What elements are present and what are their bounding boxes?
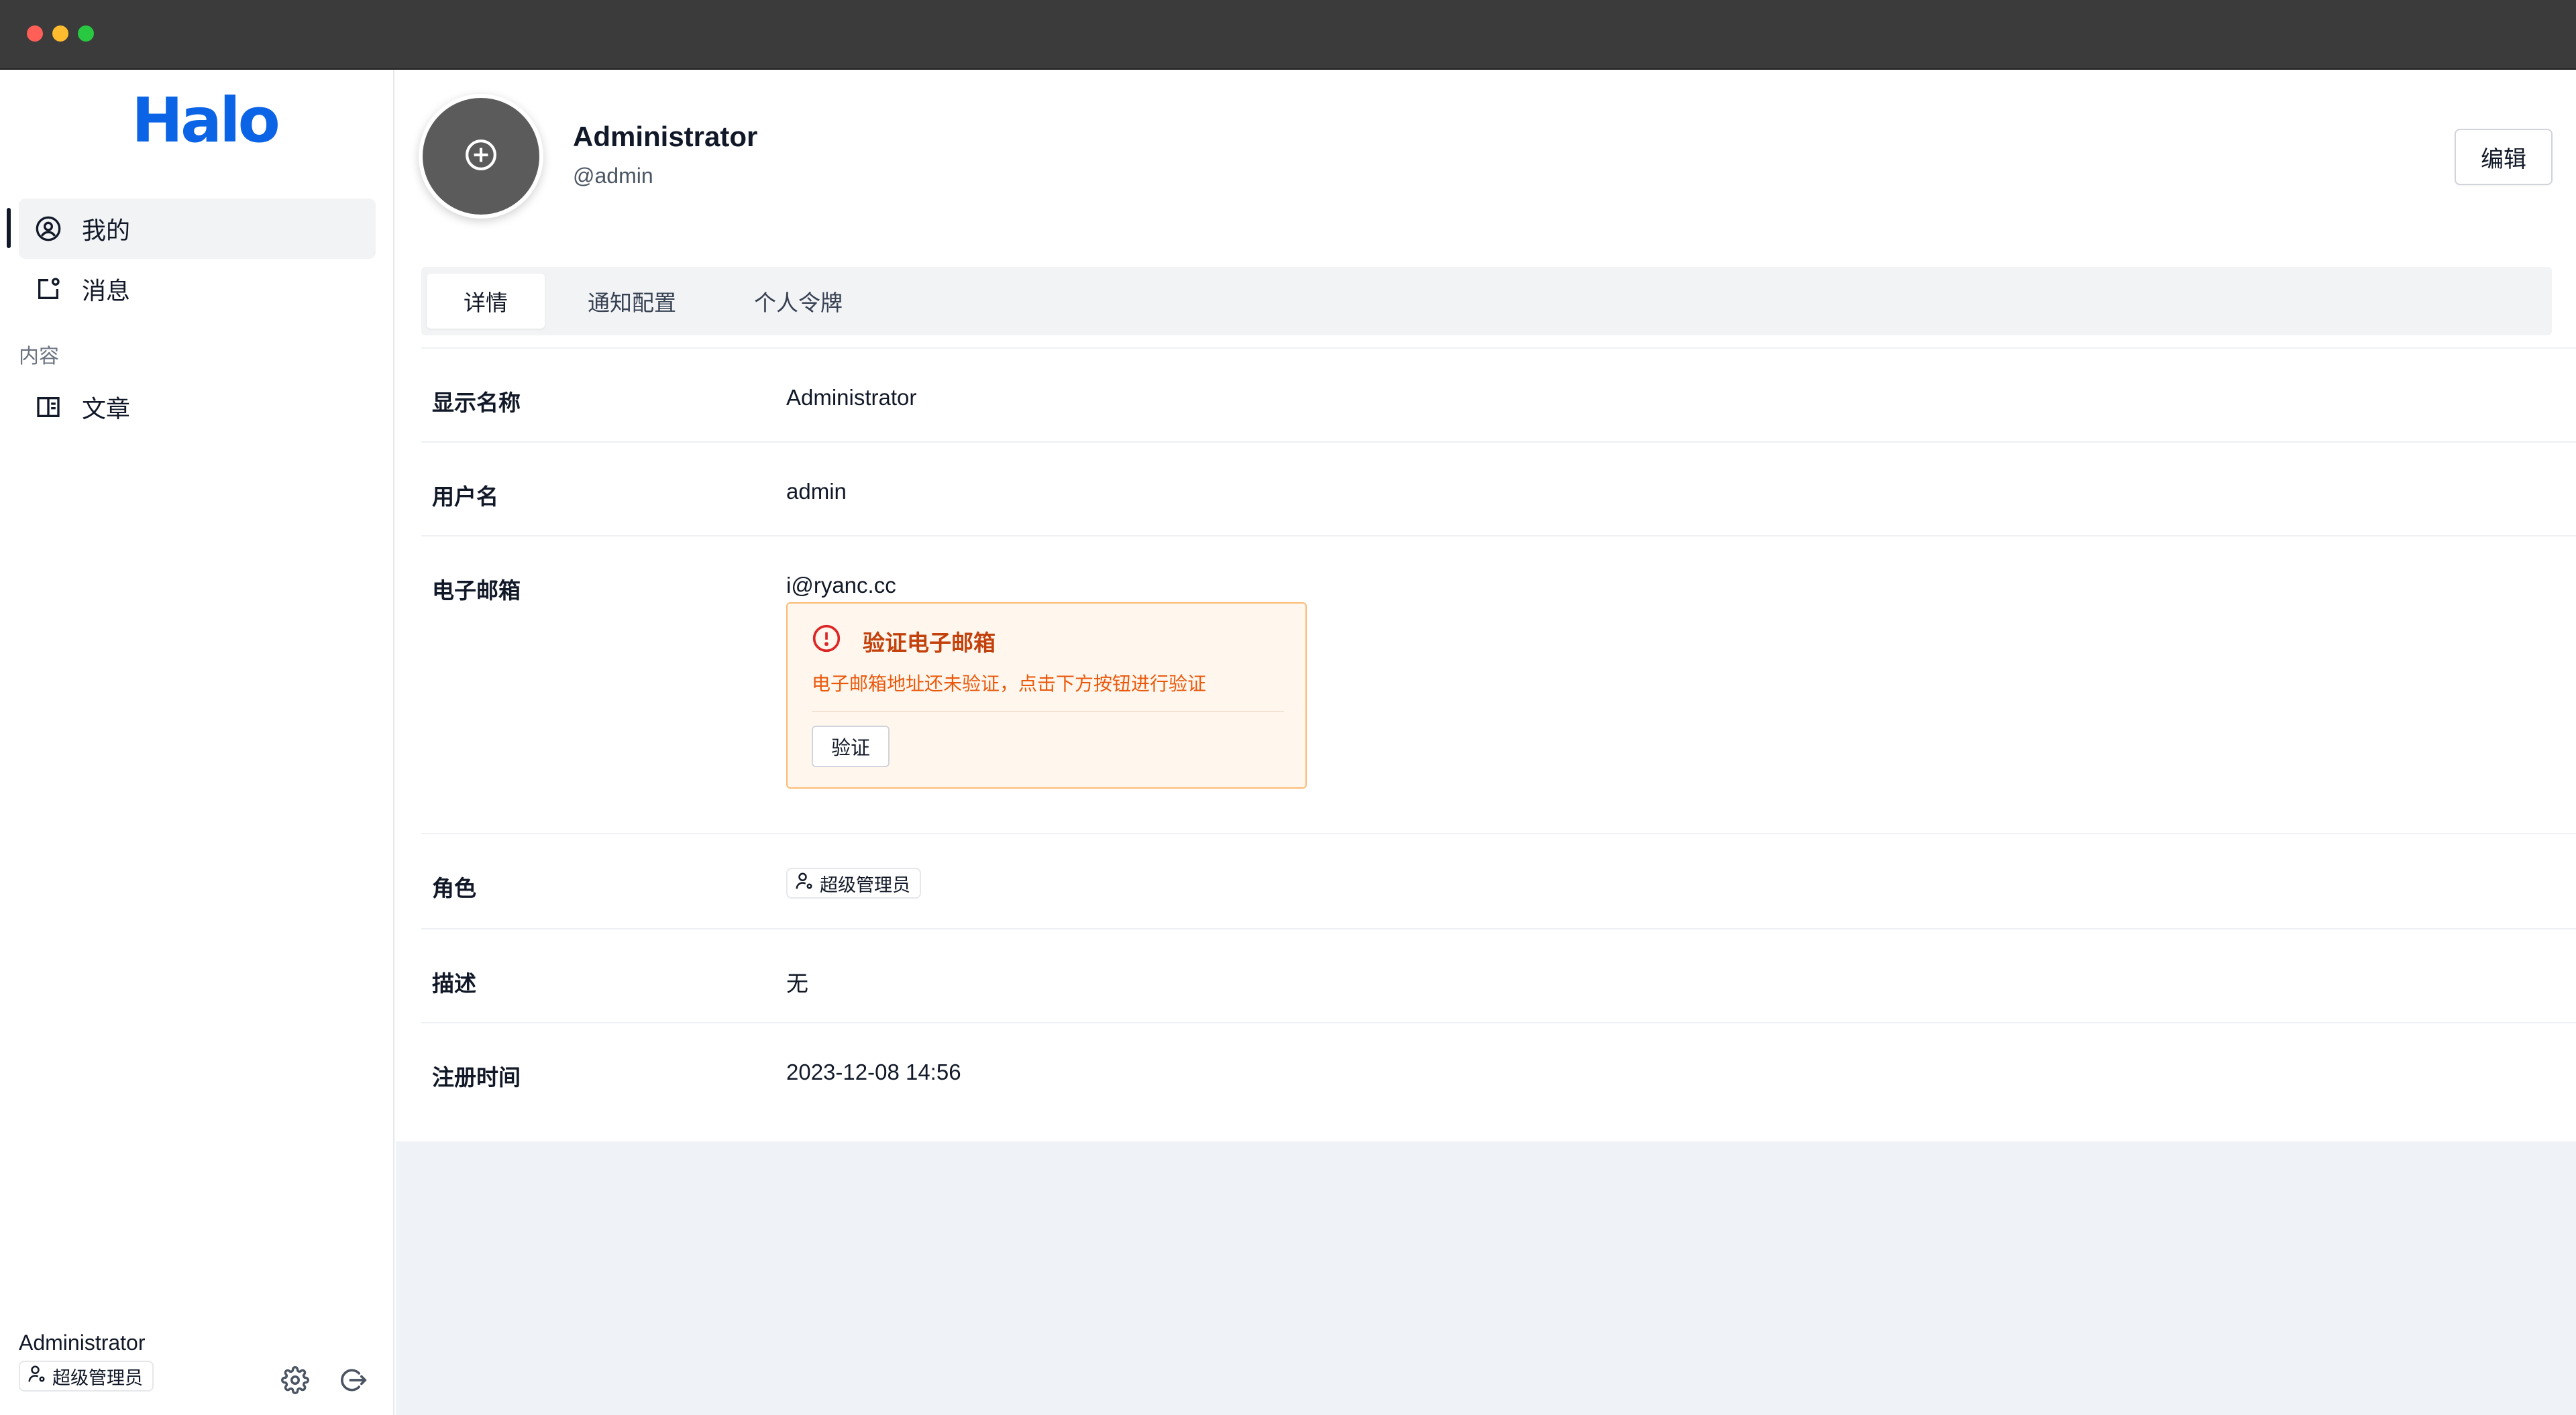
alert-circle-icon xyxy=(812,624,841,653)
detail-value: i@ryanc.cc xyxy=(786,573,896,598)
halo-logo[interactable]: Halo xyxy=(131,90,280,152)
tab-personal-tokens[interactable]: 个人令牌 xyxy=(724,274,872,329)
close-window-button[interactable] xyxy=(27,25,43,42)
detail-value: 无 xyxy=(786,971,808,996)
current-user-name: Administrator xyxy=(19,1331,146,1355)
profile-display-name: Administrator xyxy=(573,121,758,152)
edit-button[interactable]: 编辑 xyxy=(2455,129,2553,185)
detail-row-display-name: 显示名称 Administrator xyxy=(421,347,2576,441)
verify-email-button[interactable]: 验证 xyxy=(812,726,890,767)
detail-label: 电子邮箱 xyxy=(432,578,521,603)
sidebar-item-posts[interactable]: 文章 xyxy=(19,377,376,437)
sidebar-item-label: 我的 xyxy=(82,217,131,244)
notification-icon xyxy=(34,274,63,304)
user-role-icon xyxy=(794,871,814,896)
detail-value: 2023-12-08 14:56 xyxy=(786,1060,961,1084)
user-role-icon xyxy=(27,1364,47,1389)
role-badge: 超级管理员 xyxy=(786,868,921,899)
detail-row-role: 角色 超级管理员 xyxy=(421,833,2576,928)
current-user-role-badge: 超级管理员 xyxy=(19,1361,154,1392)
current-user-role-label: 超级管理员 xyxy=(52,1367,143,1388)
book-icon xyxy=(34,392,63,422)
detail-row-username: 用户名 admin xyxy=(421,441,2576,535)
alert-description: 电子邮箱地址还未验证，点击下方按钮进行验证 xyxy=(812,673,1207,694)
tab-notification-settings[interactable]: 通知配置 xyxy=(558,274,706,329)
profile-card: Administrator @admin 编辑 详情 通知配置 个人令牌 显示名… xyxy=(396,70,2576,1141)
alert-divider xyxy=(812,711,1284,712)
user-circle-icon xyxy=(34,214,63,243)
main-content: Administrator @admin 编辑 详情 通知配置 个人令牌 显示名… xyxy=(396,70,2576,1415)
maximize-window-button[interactable] xyxy=(78,25,94,42)
active-nav-indicator xyxy=(7,208,11,248)
window-titlebar xyxy=(0,0,2576,70)
role-badge-label: 超级管理员 xyxy=(820,874,910,895)
sidebar-item-mine[interactable]: 我的 xyxy=(19,199,376,259)
sidebar: Halo 我的 消息 内容 文章 Administrator 超级管理员 xyxy=(0,70,394,1415)
detail-label: 注册时间 xyxy=(432,1065,521,1090)
sidebar-item-label: 消息 xyxy=(82,277,131,304)
minimize-window-button[interactable] xyxy=(52,25,68,42)
detail-label: 显示名称 xyxy=(432,390,521,415)
alert-title: 验证电子邮箱 xyxy=(863,630,996,655)
detail-row-created-at: 注册时间 2023-12-08 14:56 xyxy=(421,1022,2576,1116)
sidebar-item-label: 文章 xyxy=(82,395,131,422)
plus-circle-icon xyxy=(464,138,498,175)
detail-label: 描述 xyxy=(432,971,476,996)
detail-label: 用户名 xyxy=(432,484,498,509)
gear-icon xyxy=(281,1365,309,1398)
sidebar-section-content: 内容 xyxy=(19,345,59,367)
settings-button[interactable] xyxy=(275,1361,315,1402)
profile-tabs: 详情 通知配置 个人令牌 xyxy=(421,267,2552,335)
sidebar-item-messages[interactable]: 消息 xyxy=(19,259,376,319)
current-user: Administrator 超级管理员 xyxy=(19,1331,154,1392)
profile-handle: @admin xyxy=(573,164,653,188)
logout-icon xyxy=(338,1365,368,1398)
detail-row-description: 描述 无 xyxy=(421,928,2576,1022)
detail-label: 角色 xyxy=(432,876,476,901)
logout-button[interactable] xyxy=(333,1361,373,1402)
avatar[interactable] xyxy=(419,94,543,219)
tab-details[interactable]: 详情 xyxy=(427,274,545,329)
detail-value: Administrator xyxy=(786,385,917,410)
email-verification-alert: 验证电子邮箱 电子邮箱地址还未验证，点击下方按钮进行验证 验证 xyxy=(786,602,1307,789)
detail-value: admin xyxy=(786,479,847,504)
detail-row-email: 电子邮箱 i@ryanc.cc 验证电子邮箱 电子邮箱地址还未验证，点击下方按钮… xyxy=(421,535,2576,833)
